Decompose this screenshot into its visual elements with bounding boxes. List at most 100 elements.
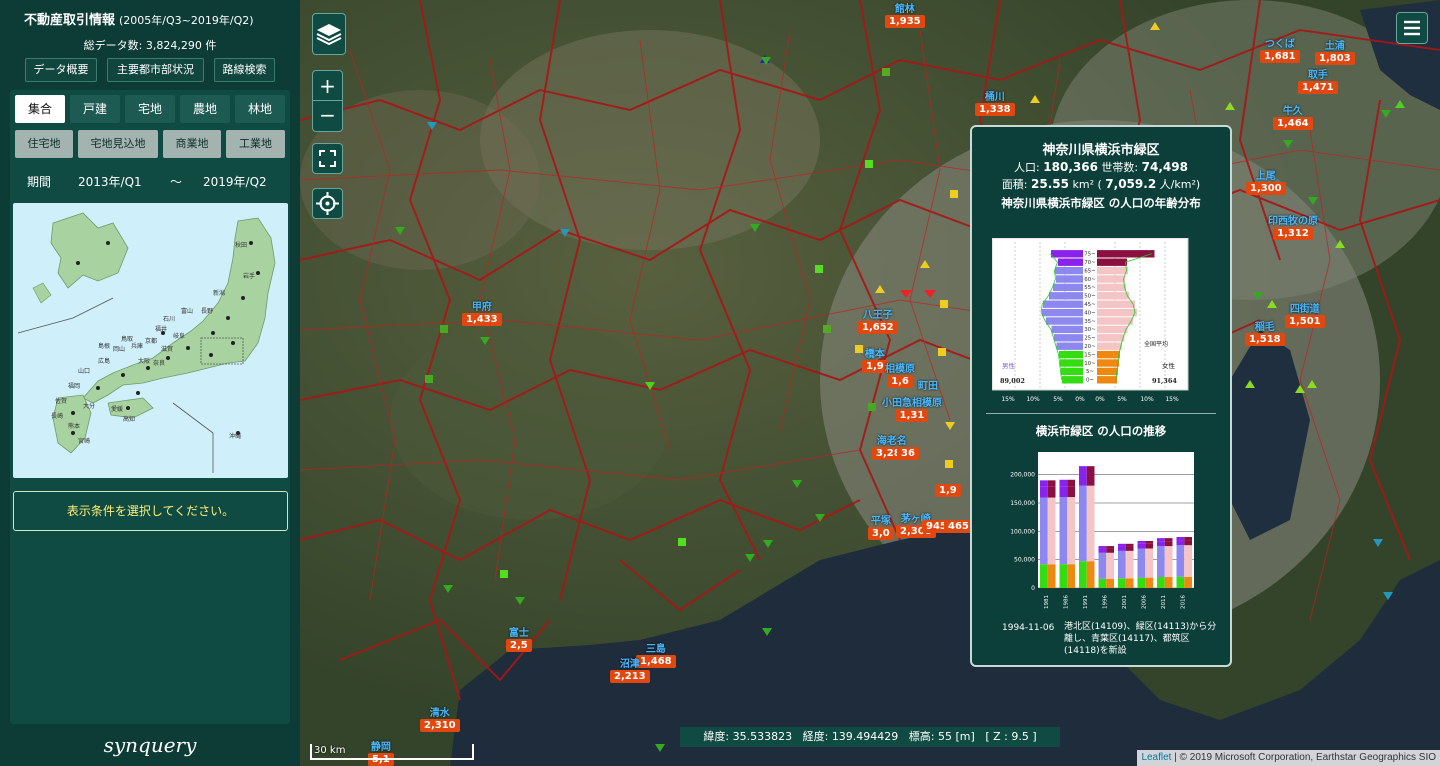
zoom-in-button[interactable]: + (313, 71, 342, 101)
tab-apartment[interactable]: 集合 (15, 95, 65, 123)
male-bar (1053, 283, 1083, 292)
svg-text:富山: 富山 (181, 307, 193, 315)
city-label[interactable]: 相模原 1,6 (885, 360, 915, 388)
fullscreen-button[interactable] (312, 143, 343, 174)
tab-industrial[interactable]: 工業地 (226, 130, 285, 158)
tab-residential-land[interactable]: 宅地 (125, 95, 175, 123)
inset-line (172, 402, 214, 473)
male-bar (1051, 250, 1083, 258)
male-bar (1054, 334, 1083, 342)
city-label[interactable]: 土浦 1,803 (1315, 37, 1355, 65)
age-label: 5~ (1086, 369, 1094, 375)
city-label[interactable]: 印西牧の原 1,312 (1268, 212, 1318, 240)
city-label[interactable]: 465 (944, 520, 973, 533)
city-label[interactable]: 四街道 1,501 (1285, 300, 1325, 328)
leaflet-link[interactable]: Leaflet (1141, 752, 1171, 763)
city-status-button[interactable]: 主要都市部状況 (107, 58, 204, 82)
period-start[interactable]: 2013年/Q1 (78, 173, 142, 190)
male-bar (1046, 317, 1083, 325)
city-label[interactable]: 取手 1,471 (1298, 66, 1338, 94)
zoom-out-button[interactable]: − (313, 101, 342, 131)
svg-text:長野: 長野 (201, 307, 213, 315)
city-label[interactable]: 富士 2,5 (506, 624, 532, 652)
city-label[interactable]: 八王子 1,652 (858, 306, 898, 334)
male-total: 89,002 (1000, 377, 1025, 385)
svg-text:広島: 広島 (98, 357, 110, 365)
svg-text:秋田: 秋田 (235, 241, 247, 249)
event-date: 1994-11-06 (1002, 623, 1055, 633)
x-tick-label: 0% (1095, 396, 1105, 403)
fullscreen-icon (319, 150, 336, 167)
sidebar: 不動産取引情報 (2005年/Q3~2019年/Q2) 総データ数: 3,824,… (0, 0, 300, 766)
age-label: 0~ (1086, 378, 1094, 384)
city-label[interactable]: 清水 2,310 (420, 704, 460, 732)
city-label[interactable]: 桶川 1,338 (975, 88, 1015, 116)
age-label: 60~ (1084, 277, 1096, 283)
x-tick-label: 1981 (1044, 595, 1050, 609)
x-tick-label: 2011 (1161, 595, 1167, 609)
x-tick-label: 2006 (1141, 595, 1147, 609)
age-label: 75~ (1084, 252, 1096, 258)
city-label[interactable]: 平塚 3,0 (868, 512, 894, 540)
trend-bar (1137, 540, 1153, 588)
legend-male: 男性 (1002, 361, 1016, 370)
age-label: 30~ (1084, 327, 1096, 333)
city-label[interactable]: 沼津 2,213 (610, 655, 650, 683)
trend-bar (1176, 537, 1192, 588)
tab-residential-area[interactable]: 住宅地 (15, 130, 73, 158)
age-label: 65~ (1084, 268, 1096, 274)
city-label[interactable]: 甲府 1,433 (462, 298, 502, 326)
trend-chart-title: 横浜市緑区 の人口の推移 (1035, 424, 1167, 438)
age-label: 55~ (1084, 285, 1096, 291)
city-label[interactable]: 稲毛 1,518 (1245, 318, 1285, 346)
tab-forest[interactable]: 林地 (235, 95, 285, 123)
tab-prospective-land[interactable]: 宅地見込地 (78, 130, 158, 158)
city-label[interactable]: 館林 1,935 (885, 0, 925, 28)
svg-text:岡山: 岡山 (113, 345, 125, 353)
x-tick-label: 1996 (1102, 595, 1108, 609)
layers-button[interactable] (312, 13, 346, 55)
male-bar (1056, 275, 1083, 283)
area-line: 面積: 25.55 km² ( 7,059.2 人/km²) (1001, 177, 1201, 191)
tab-commercial[interactable]: 商業地 (163, 130, 221, 158)
female-bar (1097, 342, 1122, 350)
age-label: 50~ (1084, 294, 1096, 300)
city-label[interactable]: 上尾 1,300 (1246, 167, 1286, 195)
popup-title: 神奈川県横浜市緑区 (1042, 143, 1160, 158)
city-label[interactable]: 牛久 1,464 (1273, 102, 1313, 130)
national-average-label: 全国平均 (1144, 340, 1168, 348)
data-overview-button[interactable]: データ概要 (25, 58, 97, 82)
hokkaido-shape (50, 212, 129, 289)
tab-house[interactable]: 戸建 (70, 95, 120, 123)
trend-bar (1040, 480, 1056, 588)
route-search-button[interactable]: 路線検索 (214, 58, 275, 82)
city-label[interactable]: つくば 1,681 (1260, 35, 1300, 63)
female-bar (1097, 376, 1117, 384)
japan-overview-map[interactable]: 秋田 岩手 新潟 石川 富山 長野 岐阜 福井 滋賀 京都 兵庫 岡山 鳥取 島… (13, 203, 288, 478)
total-count: 総データ数: 3,824,290 件 (83, 39, 217, 52)
male-bar (1055, 266, 1083, 275)
female-bar (1097, 300, 1135, 308)
tab-farmland[interactable]: 農地 (180, 95, 230, 123)
age-label: 20~ (1084, 344, 1096, 350)
x-tick-label: 15% (1165, 396, 1179, 403)
locate-button[interactable] (312, 188, 343, 219)
female-bar (1097, 258, 1127, 266)
svg-text:石川: 石川 (163, 316, 175, 323)
svg-text:福井: 福井 (155, 325, 167, 333)
trend-bar (1118, 543, 1134, 588)
svg-text:新潟: 新潟 (213, 289, 225, 297)
svg-text:奈良: 奈良 (153, 359, 165, 367)
city-label[interactable]: 小田急相模原 1,31 (882, 394, 942, 422)
x-tick-label: 2001 (1122, 595, 1128, 609)
satellite-basemap (300, 0, 1440, 766)
city-label[interactable]: 1,9 (935, 484, 961, 497)
menu-button[interactable] (1396, 12, 1428, 44)
city-label[interactable]: 橋本 1,9 (862, 345, 888, 373)
district-popup: 神奈川県横浜市緑区 人口: 180,366 世帯数: 74,498 面積: 25… (970, 125, 1232, 667)
map-view[interactable]: + − 館林 1,935 つくば 1,681 土浦 1,803 取手 1,471 桶川 1… (300, 0, 1440, 766)
female-bar (1097, 317, 1133, 325)
period-end[interactable]: 2019年/Q2 (203, 173, 267, 190)
male-bar (1059, 350, 1083, 359)
city-label[interactable]: 36 (897, 447, 919, 460)
